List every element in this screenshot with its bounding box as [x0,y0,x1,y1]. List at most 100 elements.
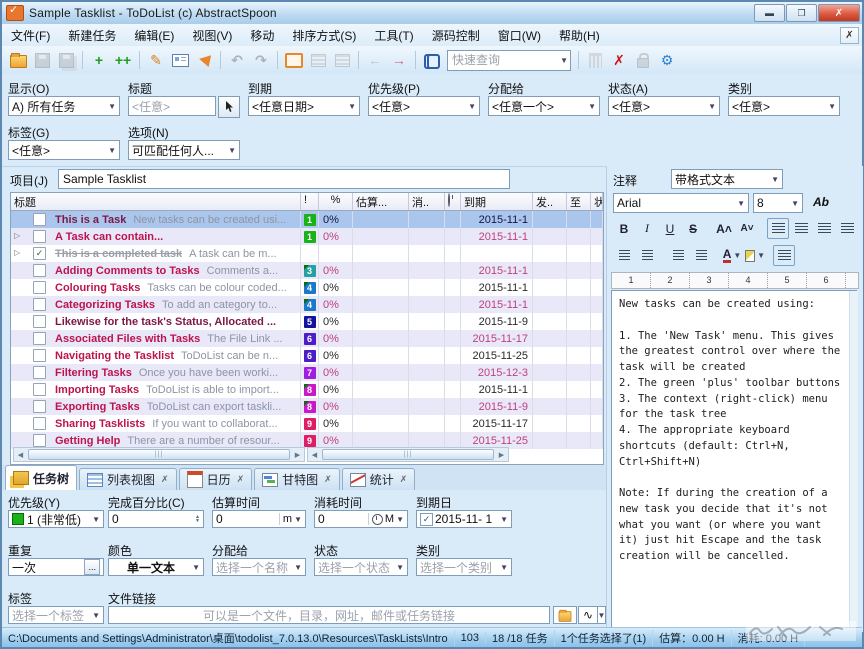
file-link-input[interactable]: 可以是一个文件，目录，网址，邮件或任务链接 [108,606,550,624]
column-header-状[interactable]: 状 [591,193,603,210]
scroll-left-icon[interactable]: ◀ [308,451,321,459]
chevron-down-icon[interactable]: ▼ [108,102,116,111]
preferences-button[interactable]: ⚙ [656,49,678,71]
indent-icon[interactable] [690,245,712,266]
column-header-clock[interactable] [445,193,461,210]
task-row[interactable]: Sharing TasklistsIf you want to collabor… [11,415,603,432]
filter-combo-6[interactable]: <任意>▼ [728,96,840,116]
task-row[interactable]: ▷✓This is a completed taskA task can be … [11,245,603,262]
menu-item-2[interactable]: 编辑(E) [125,24,183,47]
recurrence-input[interactable]: 一次 ... [8,558,104,576]
task-row[interactable]: This is a TaskNew tasks can be created u… [11,211,603,228]
italic-button[interactable]: I [636,218,658,239]
task-row[interactable]: Adding Comments to TasksComments a...30%… [11,262,603,279]
delete-task-button[interactable]: ✗ [608,49,630,71]
tag-combo[interactable]: 选择一个标签▼ [8,606,104,624]
column-header-至[interactable]: 至 [567,193,591,210]
quick-search-combo[interactable]: ▼ [447,50,571,71]
scroll-right-icon[interactable]: ▶ [291,451,304,459]
comments-scrollbar[interactable] [849,291,858,627]
tab-列表视图[interactable]: 列表视图✗ [79,468,177,490]
chevron-down-icon[interactable]: ▼ [228,146,236,155]
task-row[interactable]: Filtering TasksOnce you have been worki.… [11,364,603,381]
tab-close-icon[interactable]: ✗ [161,474,169,485]
open-tasklist-button[interactable] [7,49,29,71]
chevron-down-icon[interactable]: ▼ [560,56,568,65]
columns-scrollbar[interactable]: ◀ ||| ▶ [307,447,509,462]
filter-combo-0[interactable]: A) 所有任务▼ [8,96,120,116]
tab-任务树[interactable]: 任务树 [5,465,77,490]
chevron-down-icon[interactable]: ▼ [348,102,356,111]
category-combo[interactable]: 选择一个类别▼ [416,558,512,576]
task-checkbox[interactable]: ✓ [33,247,46,260]
menu-item-6[interactable]: 工具(T) [365,24,422,47]
quick-search-input[interactable] [450,52,558,68]
task-row[interactable]: Colouring TasksTasks can be colour coded… [11,279,603,296]
spent-time-input[interactable]: 0 M▼ [314,510,408,528]
outdent-icon[interactable] [667,245,689,266]
filter-combo-3[interactable]: <任意>▼ [368,96,480,116]
column-header-到期[interactable]: 到期 [461,193,533,210]
menu-item-4[interactable]: 移动 [241,24,283,47]
tab-close-icon[interactable]: ✗ [237,474,245,485]
title-filter-options-button[interactable] [218,96,240,118]
filter-combo-4[interactable]: <任意一个>▼ [488,96,600,116]
browse-file-button[interactable] [553,606,577,624]
task-checkbox[interactable] [33,213,46,226]
font-size-combo[interactable]: 8▼ [753,193,803,213]
scroll-right-icon[interactable]: ▶ [495,451,508,459]
expander-icon[interactable]: ▷ [14,231,20,240]
bold-button[interactable]: B [613,218,635,239]
word-wrap-icon[interactable] [773,245,795,266]
chevron-down-icon[interactable]: ▼ [588,102,596,111]
task-checkbox[interactable] [33,383,46,396]
task-row[interactable]: Associated Files with TasksThe File Link… [11,330,603,347]
color-combo[interactable]: 单一文本▼ [108,558,204,576]
column-header-%[interactable]: % [319,193,353,210]
column-header-![interactable]: ! [301,193,319,210]
menu-item-1[interactable]: 新建任务 [59,24,125,47]
new-subtask-button[interactable]: ++ [112,49,134,71]
filter-combo-0[interactable]: <任意>▼ [8,140,120,160]
task-notes-button[interactable] [169,49,191,71]
close-button[interactable]: ✗ [818,4,860,22]
menu-item-7[interactable]: 源码控制 [423,24,489,47]
comments-text-area[interactable]: New tasks can be created using: 1. The '… [611,290,857,628]
title-filter-input[interactable]: <任意> [128,96,216,116]
filter-combo-1[interactable]: 可匹配任何人...▼ [128,140,240,160]
priority-combo[interactable]: 1 (非常低)▼ [8,510,104,528]
scroll-left-icon[interactable]: ◀ [14,451,27,459]
task-checkbox[interactable] [33,366,46,379]
project-input[interactable]: Sample Tasklist [58,169,510,189]
alloc-to-combo[interactable]: 选择一个名称▼ [212,558,306,576]
title-column-scrollbar[interactable]: ◀ ||| ▶ [13,447,305,462]
clock-icon[interactable] [372,514,383,525]
open-link-button[interactable]: ∿ [578,606,598,624]
file-link-dropdown[interactable]: ▼ [598,606,606,624]
task-checkbox[interactable] [33,230,46,243]
menu-item-8[interactable]: 窗口(W) [489,24,550,47]
strikethrough-button[interactable]: S [682,218,704,239]
due-date-picker[interactable]: ✓ 2015-11- 1▼ [416,510,512,528]
task-checkbox[interactable] [33,434,46,447]
align-right-icon[interactable] [813,218,835,239]
chevron-down-icon[interactable]: ▼ [828,102,836,111]
tab-日历[interactable]: 日历✗ [179,468,253,490]
font-dialog-button[interactable]: Ab [809,193,833,211]
menubar-close-button[interactable]: ✗ [840,27,859,44]
justify-icon[interactable] [836,218,858,239]
filter-combo-5[interactable]: <任意>▼ [608,96,720,116]
task-row[interactable]: ▷A Task can contain...10%2015-11-1 [11,228,603,245]
column-header-发..[interactable]: 发.. [533,193,567,210]
menu-item-3[interactable]: 视图(V) [183,24,241,47]
task-row[interactable]: Navigating the TasklistToDoList can be n… [11,347,603,364]
minimize-button[interactable]: ▬ [754,4,785,22]
font-combo[interactable]: Arial▼ [613,193,749,213]
task-checkbox[interactable] [33,281,46,294]
comments-format-combo[interactable]: 带格式文本▼ [671,169,783,189]
expander-icon[interactable]: ▷ [14,248,20,257]
set-reminder-button[interactable] [193,49,215,71]
align-center-icon[interactable] [790,218,812,239]
task-checkbox[interactable] [33,315,46,328]
fill-color-icon[interactable]: ▼ [744,245,766,266]
